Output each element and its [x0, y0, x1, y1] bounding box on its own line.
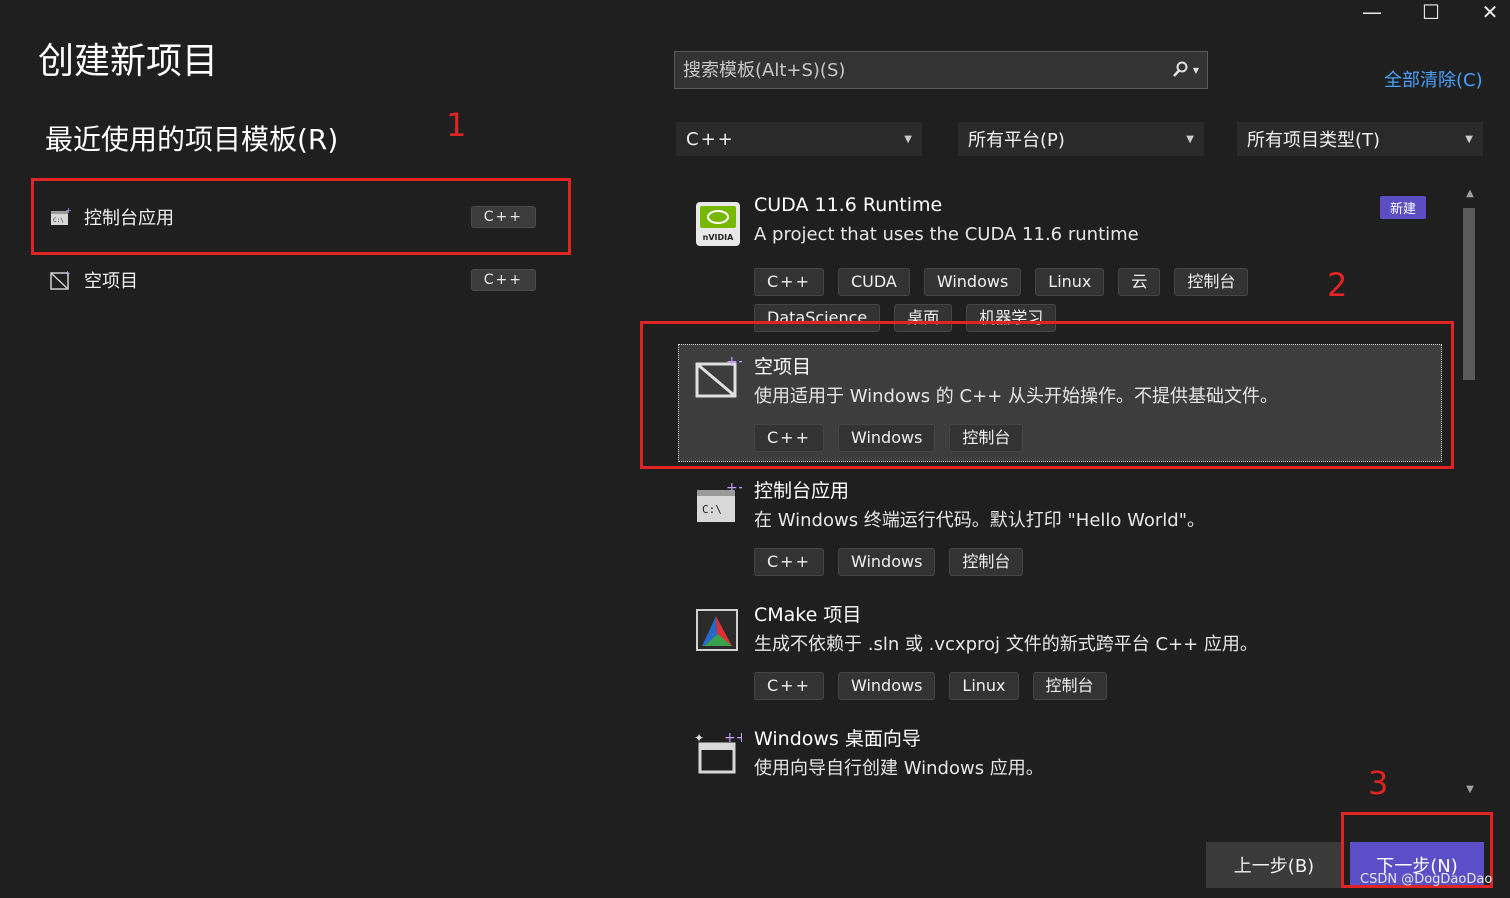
- search-box: ▼: [674, 51, 1208, 89]
- platform-filter-value: 所有平台(P): [968, 130, 1065, 151]
- svg-text:+: +: [64, 269, 71, 278]
- tag: C++: [754, 268, 824, 296]
- search-icon: [1172, 61, 1188, 77]
- template-description: 使用向导自行创建 Windows 应用。: [754, 758, 1044, 779]
- template-description: 生成不依赖于 .sln 或 .vcxproj 文件的新式跨平台 C++ 应用。: [754, 634, 1258, 655]
- annotation-number-2: 2: [1327, 266, 1348, 304]
- language-filter[interactable]: C++ ▼: [676, 122, 922, 156]
- tag: 控制台: [949, 548, 1024, 576]
- template-name: CMake 项目: [754, 604, 862, 626]
- language-tag: C++: [470, 269, 536, 291]
- annotation-box-2: [640, 321, 1454, 469]
- minimize-button[interactable]: —: [1352, 0, 1392, 24]
- template-description: 在 Windows 终端运行代码。默认打印 "Hello World"。: [754, 510, 1206, 531]
- recent-item-label: 空项目: [84, 271, 138, 292]
- svg-text:++: ++: [726, 482, 742, 496]
- nvidia-icon: nVIDIA: [696, 202, 740, 246]
- page-title: 创建新项目: [38, 41, 219, 82]
- tag: Linux: [1035, 268, 1105, 296]
- scrollbar-thumb[interactable]: [1463, 208, 1475, 380]
- annotation-number-1: 1: [446, 106, 467, 144]
- template-tags: C++ Windows 控制台: [754, 548, 1314, 576]
- template-name: CUDA 11.6 Runtime: [754, 194, 943, 216]
- chevron-down-icon: ▼: [1186, 133, 1194, 145]
- chevron-down-icon: ▼: [904, 133, 912, 145]
- annotation-number-3: 3: [1368, 764, 1389, 802]
- console-app-icon: C:\ ++: [697, 482, 742, 522]
- recent-templates-heading: 最近使用的项目模板(R): [45, 123, 339, 156]
- project-type-filter[interactable]: 所有项目类型(T) ▼: [1237, 122, 1483, 156]
- tag: C++: [754, 672, 824, 700]
- maximize-button[interactable]: ☐: [1411, 0, 1451, 24]
- template-item-cmake[interactable]: CMake 项目 生成不依赖于 .sln 或 .vcxproj 文件的新式跨平台…: [686, 594, 1446, 704]
- tag: Linux: [949, 672, 1019, 700]
- tag: 云: [1118, 268, 1161, 296]
- template-name: 控制台应用: [754, 480, 850, 502]
- tag: CUDA: [837, 268, 910, 296]
- tag: C++: [754, 548, 824, 576]
- nvidia-label: nVIDIA: [703, 233, 734, 242]
- annotation-box-1: [31, 178, 571, 255]
- tag: 控制台: [1174, 268, 1249, 296]
- console-label: C:\: [702, 503, 722, 516]
- svg-text:✦: ✦: [694, 731, 704, 745]
- svg-text:++: ++: [724, 730, 742, 746]
- watermark: CSDN @DogDaoDao: [1360, 872, 1493, 887]
- tag: Windows: [837, 672, 936, 700]
- clear-all-link[interactable]: 全部清除(C): [1384, 66, 1483, 92]
- template-tags: C++ Windows Linux 控制台: [754, 672, 1314, 700]
- tag: Windows: [837, 548, 936, 576]
- project-type-filter-value: 所有项目类型(T): [1247, 130, 1381, 151]
- chevron-down-icon: ▼: [1465, 133, 1473, 145]
- close-button[interactable]: ✕: [1470, 0, 1510, 24]
- scroll-up-arrow-icon[interactable]: ▲: [1460, 188, 1480, 204]
- tag: 控制台: [1032, 672, 1107, 700]
- tag: Windows: [923, 268, 1022, 296]
- back-button[interactable]: 上一步(B): [1206, 842, 1342, 888]
- empty-project-icon: +: [50, 269, 71, 290]
- template-item-cuda[interactable]: nVIDIA CUDA 11.6 Runtime A project that …: [686, 188, 1446, 332]
- scroll-down-arrow-icon[interactable]: ▼: [1460, 784, 1480, 800]
- search-input[interactable]: [675, 51, 1163, 89]
- search-options-button[interactable]: ▼: [1163, 52, 1207, 88]
- template-item-windows-desktop-wizard[interactable]: ✦ ++ Windows 桌面向导 使用向导自行创建 Windows 应用。: [686, 718, 1446, 798]
- cmake-icon: [696, 609, 738, 651]
- template-name: Windows 桌面向导: [754, 728, 921, 750]
- wizard-icon: ✦ ++: [694, 730, 742, 774]
- template-description: A project that uses the CUDA 11.6 runtim…: [754, 224, 1139, 245]
- template-item-console-app[interactable]: C:\ ++ 控制台应用 在 Windows 终端运行代码。默认打印 "Hell…: [686, 470, 1446, 580]
- recent-item-empty-project[interactable]: + 空项目 C++: [40, 258, 550, 302]
- chevron-down-icon: ▼: [1192, 65, 1200, 75]
- platform-filter[interactable]: 所有平台(P) ▼: [958, 122, 1204, 156]
- language-filter-value: C++: [686, 128, 735, 150]
